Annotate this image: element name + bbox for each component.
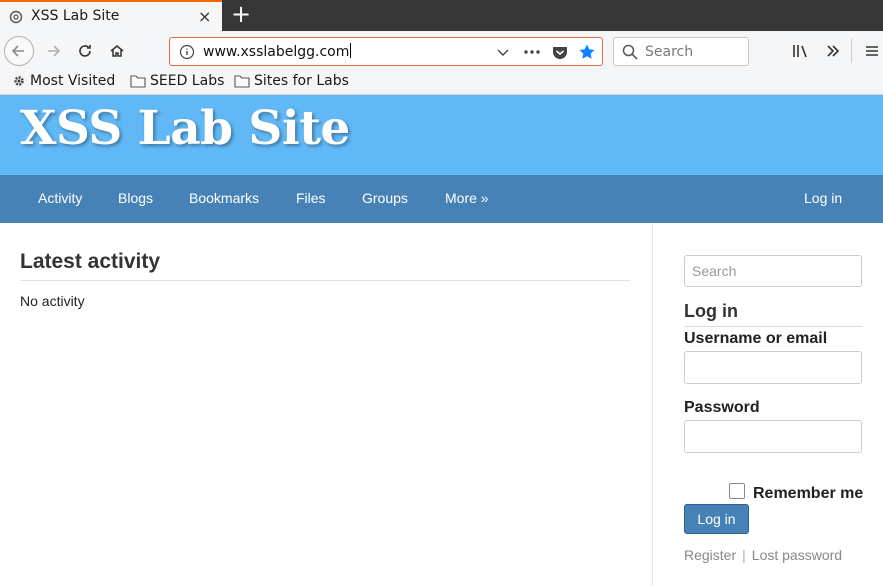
info-icon[interactable]: [179, 44, 195, 60]
more-actions-icon[interactable]: [522, 43, 542, 61]
site-header: XSS Lab Site: [0, 95, 883, 175]
menu-item-activity[interactable]: Activity: [38, 190, 82, 206]
bookmark-sites-for-labs[interactable]: Sites for Labs: [234, 73, 349, 89]
account-links: Register | Lost password: [684, 547, 842, 563]
bookmark-label: Sites for Labs: [254, 73, 349, 89]
register-link[interactable]: Register: [684, 547, 736, 563]
pocket-icon[interactable]: [552, 43, 568, 61]
back-button[interactable]: [4, 36, 34, 66]
toolbar-divider: [851, 39, 852, 63]
empty-activity-text: No activity: [20, 293, 85, 309]
library-icon: [793, 45, 807, 58]
hamburger-menu-button[interactable]: [857, 36, 883, 66]
tab-bar: XSS Lab Site × +: [0, 0, 883, 31]
page-title: Latest activity: [20, 250, 630, 281]
site-search-input[interactable]: Search: [684, 255, 862, 287]
login-heading: Log in: [684, 301, 862, 327]
bookmark-label: Most Visited: [30, 73, 116, 89]
login-button[interactable]: Log in: [684, 504, 749, 534]
site-menu: Activity Blogs Bookmarks Files Groups Mo…: [0, 175, 883, 223]
tab-close-icon[interactable]: ×: [198, 7, 211, 26]
username-label: Username or email: [684, 330, 828, 347]
tab-title: XSS Lab Site: [31, 8, 120, 24]
remember-me-label[interactable]: Remember me: [753, 485, 863, 503]
folder-icon: [130, 75, 146, 88]
web-page: XSS Lab Site Activity Blogs Bookmarks Fi…: [0, 95, 883, 586]
menu-item-files[interactable]: Files: [296, 190, 326, 206]
bookmarks-toolbar: Most Visited SEED Labs Sites for Labs: [0, 71, 883, 95]
search-icon: [622, 44, 638, 60]
new-tab-button[interactable]: +: [228, 0, 254, 30]
nav-toolbar: www.xsslabelgg.com Search: [0, 31, 883, 71]
password-field[interactable]: [684, 420, 862, 453]
browser-search-field[interactable]: Search: [613, 37, 749, 66]
chevron-down-icon[interactable]: [496, 43, 510, 61]
link-separator: |: [742, 547, 746, 563]
sidebar: Search Log in Username or email Password…: [652, 223, 883, 586]
menu-item-more[interactable]: More »: [445, 190, 489, 206]
search-placeholder: Search: [645, 44, 694, 60]
forward-button[interactable]: [38, 36, 68, 66]
home-button[interactable]: [102, 36, 132, 66]
lost-password-link[interactable]: Lost password: [752, 547, 842, 563]
url-text[interactable]: www.xsslabelgg.com: [203, 43, 352, 60]
gear-icon: [14, 76, 24, 86]
back-arrow-icon: [11, 45, 24, 57]
folder-icon: [234, 75, 250, 88]
menu-login-link[interactable]: Log in: [804, 190, 842, 206]
hamburger-icon: [866, 46, 878, 56]
main-content: Latest activity No activity: [20, 250, 630, 309]
overflow-menu-button[interactable]: [818, 36, 848, 66]
forward-arrow-icon: [48, 45, 61, 57]
menu-item-bookmarks[interactable]: Bookmarks: [189, 190, 259, 206]
reload-button[interactable]: [70, 36, 100, 66]
site-favicon-icon: [9, 10, 23, 24]
username-field[interactable]: [684, 351, 862, 384]
password-label: Password: [684, 399, 760, 416]
double-chevron-right-icon: [827, 45, 840, 57]
bookmark-seed-labs[interactable]: SEED Labs: [130, 73, 224, 89]
menu-item-blogs[interactable]: Blogs: [118, 190, 153, 206]
browser-tab[interactable]: XSS Lab Site ×: [0, 0, 222, 31]
site-title[interactable]: XSS Lab Site: [20, 101, 350, 156]
bookmark-star-icon[interactable]: [578, 43, 596, 61]
url-bar[interactable]: www.xsslabelgg.com: [169, 37, 603, 66]
menu-item-groups[interactable]: Groups: [362, 190, 408, 206]
remember-me-checkbox[interactable]: [729, 483, 745, 499]
bookmark-most-visited[interactable]: Most Visited: [12, 73, 115, 89]
reload-icon: [79, 45, 91, 57]
home-icon: [110, 45, 124, 57]
bookmark-label: SEED Labs: [150, 73, 225, 89]
library-button[interactable]: [786, 36, 816, 66]
